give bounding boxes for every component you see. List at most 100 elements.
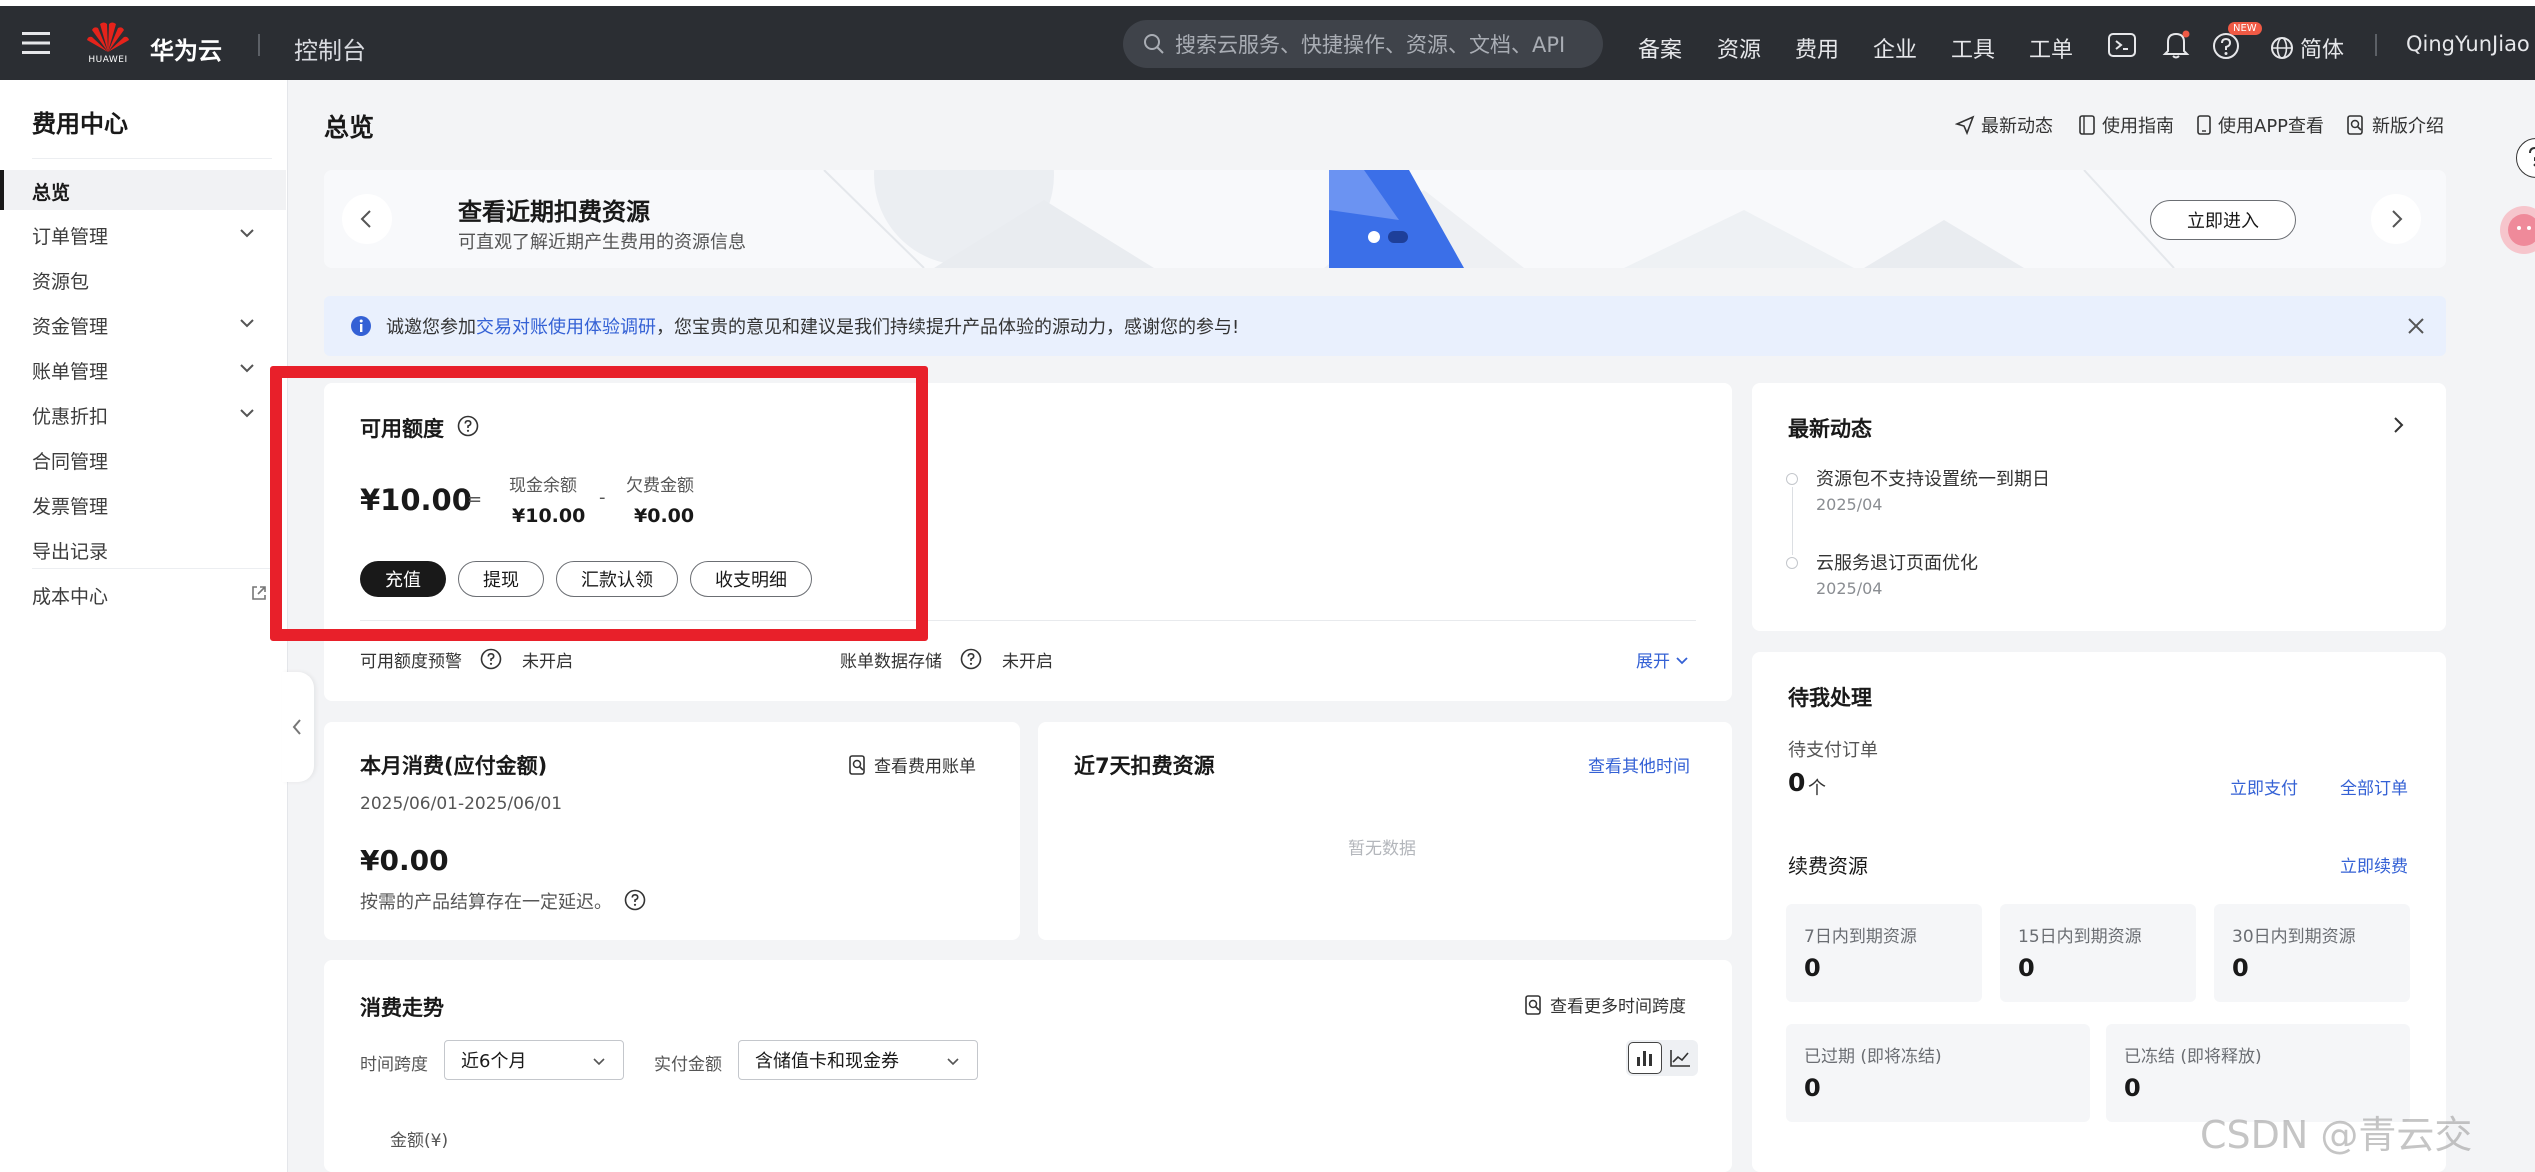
chevron-down-icon <box>593 1058 605 1066</box>
help-circle-icon[interactable] <box>960 648 982 670</box>
sidebar-item-exports[interactable]: 导出记录 <box>32 537 108 564</box>
link-app-view[interactable]: 使用APP查看 <box>2196 112 2324 138</box>
nav-tickets[interactable]: 工单 <box>2029 32 2073 64</box>
expire-15-days-card[interactable]: 15日内到期资源 0 <box>2000 904 2196 1002</box>
monthly-cost-card: 本月消费(应付金额) 查看费用账单 2025/06/01-2025/06/01 … <box>324 722 1020 940</box>
news-date: 2025/04 <box>1816 495 1883 514</box>
timeline-dot <box>1786 557 1798 569</box>
timeline-line <box>1791 487 1793 555</box>
trend-title: 消费走势 <box>360 996 444 1020</box>
alert-label: 可用额度预警 <box>360 652 462 672</box>
terminal-icon[interactable] <box>2108 33 2136 57</box>
select-value: 含储值卡和现金券 <box>755 1051 899 1072</box>
globe-icon <box>2270 36 2294 60</box>
sidebar-collapse-button[interactable] <box>282 672 314 782</box>
menu-icon[interactable] <box>22 30 50 56</box>
floating-help-button[interactable] <box>2516 138 2535 178</box>
link-user-guide[interactable]: 使用指南 <box>2078 112 2174 138</box>
close-icon[interactable] <box>2406 316 2426 336</box>
banner-enter-button[interactable]: 立即进入 <box>2150 200 2296 240</box>
sidebar-item-funds[interactable]: 资金管理 <box>32 312 108 339</box>
sidebar-item-bills[interactable]: 账单管理 <box>32 357 108 384</box>
search-doc-icon <box>849 754 865 775</box>
brand-name[interactable]: 华为云 <box>150 31 222 66</box>
storage-label: 账单数据存储 <box>840 652 942 672</box>
new-badge: NEW <box>2228 22 2262 35</box>
card-value: 0 <box>2232 954 2249 982</box>
card-value: 0 <box>1804 954 1821 982</box>
expand-link[interactable]: 展开 <box>1636 647 1690 672</box>
select-value: 近6个月 <box>461 1051 527 1072</box>
sidebar-title: 费用中心 <box>32 110 128 138</box>
carousel-dot-active[interactable] <box>1388 231 1408 243</box>
nav-enterprise[interactable]: 企业 <box>1873 32 1917 64</box>
nav-tools[interactable]: 工具 <box>1951 32 1995 64</box>
amount-type-select[interactable]: 含储值卡和现金券 <box>738 1040 978 1080</box>
more-time-span-link[interactable]: 查看更多时间跨度 <box>1524 992 1686 1017</box>
y-axis-label: 金额(¥) <box>390 1131 449 1151</box>
sidebar: 费用中心 总览 订单管理 资源包 资金管理 账单管理 优惠折扣 合同管理 发票管… <box>0 80 288 1172</box>
pay-now-link[interactable]: 立即支付 <box>2230 774 2298 799</box>
news-card: 最新动态 资源包不支持设置统一到期日 2025/04 云服务退订页面优化 202… <box>1752 383 2446 631</box>
news-item[interactable]: 资源包不支持设置统一到期日 <box>1816 465 2050 491</box>
carousel-dot[interactable] <box>1368 231 1380 243</box>
chevron-down-icon <box>1676 656 1688 664</box>
chevron-right-icon[interactable] <box>2388 415 2408 435</box>
info-icon <box>351 316 371 336</box>
nav-resources[interactable]: 资源 <box>1717 32 1761 64</box>
huawei-logo[interactable]: HUAWEI <box>86 20 130 68</box>
sidebar-item-contracts[interactable]: 合同管理 <box>32 447 108 474</box>
chevron-down-icon[interactable] <box>238 224 256 242</box>
search-doc-icon <box>1525 994 1541 1015</box>
bell-icon[interactable] <box>2162 30 2190 60</box>
notice-survey-link[interactable]: 交易对账使用体验调研 <box>476 313 656 339</box>
link-label: 使用APP查看 <box>2218 116 2325 137</box>
view-bill-link[interactable]: 查看费用账单 <box>848 752 976 777</box>
send-icon <box>1955 115 1975 135</box>
sidebar-item-packages[interactable]: 资源包 <box>32 267 89 294</box>
link-latest-news[interactable]: 最新动态 <box>1955 112 2053 138</box>
sidebar-item-cost-center[interactable]: 成本中心 <box>32 582 108 609</box>
pending-orders-count: 0 <box>1788 768 1806 797</box>
floating-assistant-avatar[interactable] <box>2500 206 2535 254</box>
search-input[interactable]: 搜索云服务、快捷操作、资源、文档、API <box>1123 20 1603 68</box>
bar-chart-icon[interactable] <box>1628 1042 1662 1074</box>
cost-trend-card: 消费走势 查看更多时间跨度 时间跨度 近6个月 实付金额 含储值卡和现金券 金额… <box>324 960 1732 1172</box>
expire-30-days-card[interactable]: 30日内到期资源 0 <box>2214 904 2410 1002</box>
monthly-title: 本月消费(应付金额) <box>360 754 548 778</box>
nav-billing[interactable]: 费用 <box>1795 32 1839 64</box>
renew-now-link[interactable]: 立即续费 <box>2340 852 2408 877</box>
help-circle-icon[interactable] <box>624 889 646 911</box>
card-label: 7日内到期资源 <box>1804 927 1917 947</box>
time-span-select[interactable]: 近6个月 <box>444 1040 624 1080</box>
nav-beian[interactable]: 备案 <box>1638 32 1682 64</box>
chevron-down-icon[interactable] <box>238 404 256 422</box>
expired-card[interactable]: 已过期 (即将冻结) 0 <box>1786 1024 2090 1122</box>
news-item[interactable]: 云服务退订页面优化 <box>1816 549 1978 575</box>
external-link-icon[interactable] <box>250 584 268 602</box>
sidebar-item-discounts[interactable]: 优惠折扣 <box>32 402 108 429</box>
view-other-time-link[interactable]: 查看其他时间 <box>1588 752 1690 777</box>
chevron-down-icon[interactable] <box>238 359 256 377</box>
banner-subtitle: 可直观了解近期产生费用的资源信息 <box>458 232 746 253</box>
help-icon[interactable] <box>2212 32 2240 60</box>
page-title: 总览 <box>324 113 375 142</box>
console-link[interactable]: 控制台 <box>294 31 366 66</box>
banner-prev-button[interactable] <box>342 194 392 244</box>
search-doc-icon <box>2347 115 2363 135</box>
user-menu[interactable]: QingYunJiao <box>2406 32 2530 56</box>
sidebar-item-overview[interactable]: 总览 <box>32 178 70 205</box>
help-circle-icon[interactable] <box>480 648 502 670</box>
expire-7-days-card[interactable]: 7日内到期资源 0 <box>1786 904 1982 1002</box>
sidebar-item-orders[interactable]: 订单管理 <box>32 222 108 249</box>
watermark: CSDN @青云交 <box>2200 1113 2473 1157</box>
chevron-down-icon[interactable] <box>238 314 256 332</box>
all-orders-link[interactable]: 全部订单 <box>2340 774 2408 799</box>
link-new-version[interactable]: 新版介绍 <box>2346 112 2444 138</box>
banner-next-button[interactable] <box>2371 194 2421 244</box>
language-switch[interactable]: 简体 <box>2270 32 2344 64</box>
news-date: 2025/04 <box>1816 579 1883 598</box>
sidebar-item-invoices[interactable]: 发票管理 <box>32 492 108 519</box>
line-chart-icon[interactable] <box>1664 1042 1696 1074</box>
link-label: 最新动态 <box>1981 116 2053 137</box>
